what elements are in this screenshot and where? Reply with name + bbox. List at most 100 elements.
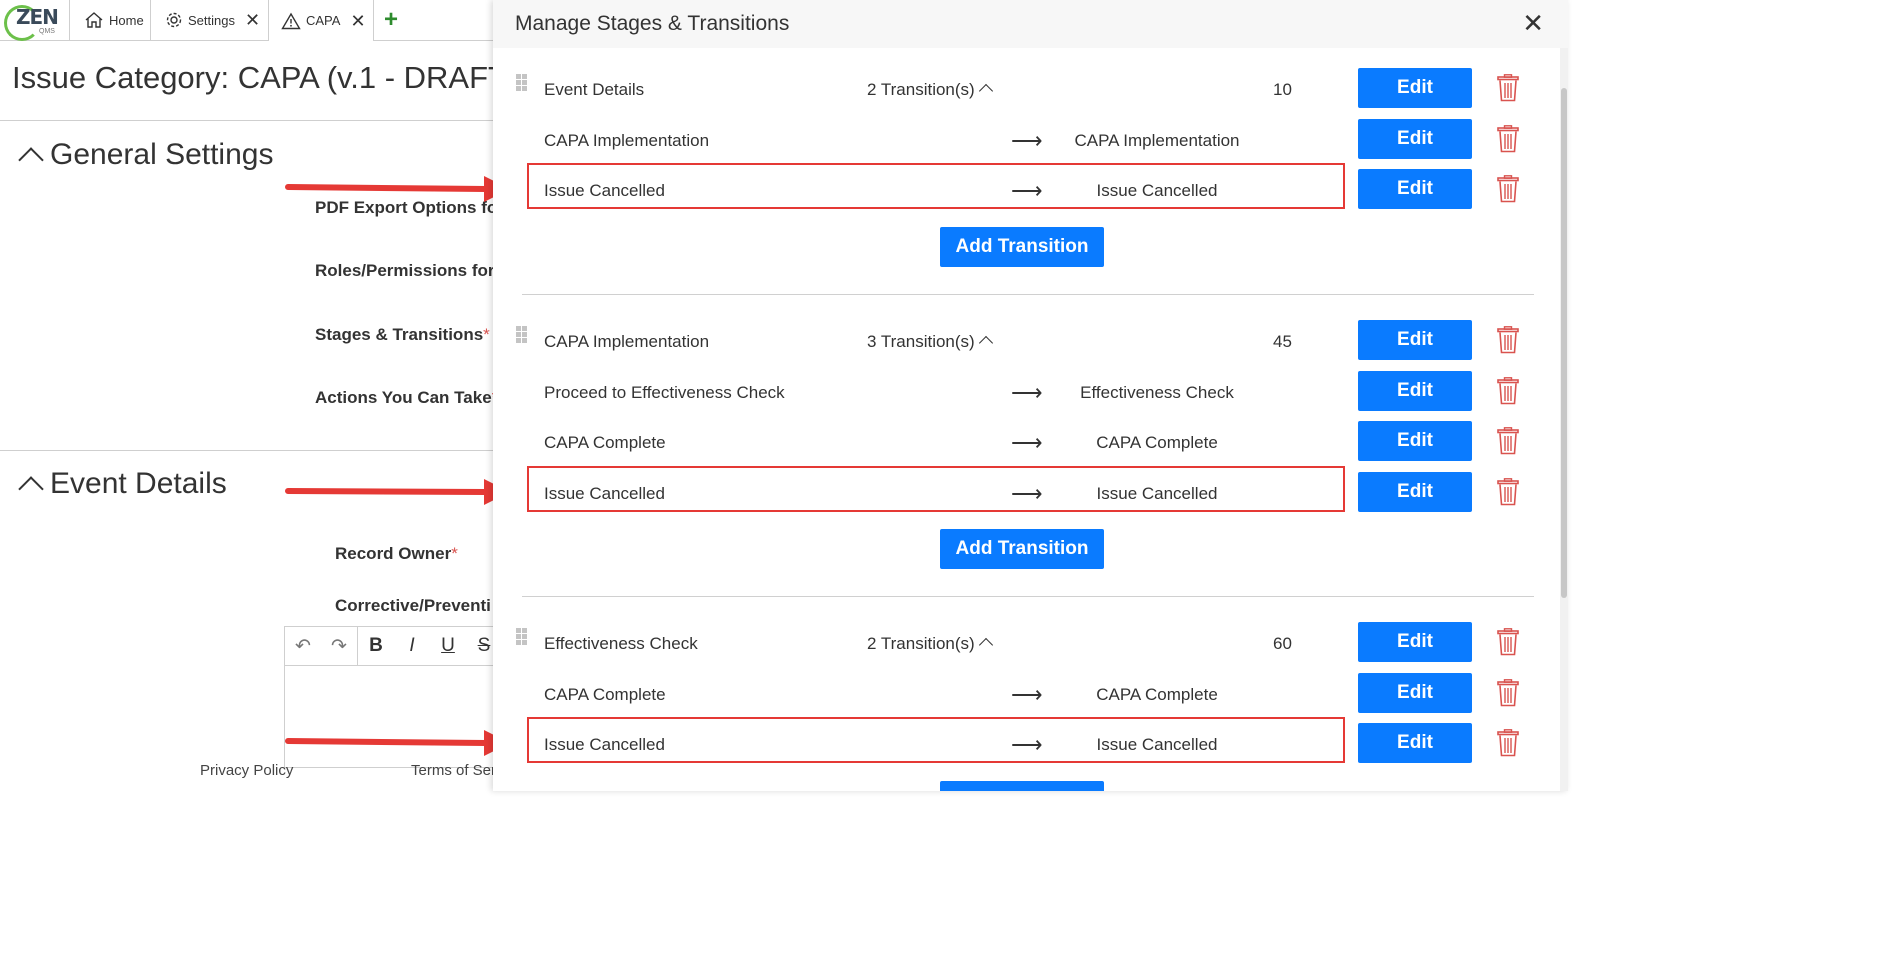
zen-qms-logo[interactable]: ZEN QMS [2,1,66,41]
tab-capa[interactable]: CAPA ✕ [268,0,374,41]
chevron-up-icon [978,335,993,351]
scrollbar-thumb[interactable] [1561,88,1567,598]
panel-scrollbar[interactable] [1560,48,1568,791]
edit-transition-button[interactable]: Edit [1358,471,1472,512]
edit-transition-button[interactable]: Edit [1358,370,1472,411]
transitions-count: 2 Transition(s) [867,634,975,653]
transition-name: Proceed to Effectiveness Check [544,382,785,402]
grip-dot [516,628,521,633]
grip-dot [516,326,521,331]
edit-stage-button[interactable]: Edit [1358,622,1472,662]
general-settings-title: General Settings [50,138,274,171]
tab-settings-close-icon[interactable]: ✕ [245,11,260,29]
trash-icon[interactable] [1497,729,1519,757]
edit-transition-button[interactable]: Edit [1358,723,1472,763]
tab-settings[interactable]: Settings ✕ [150,0,267,40]
trash-icon[interactable] [1497,326,1519,354]
add-transition-button[interactable]: Add Transition [940,780,1104,791]
editor-toolbar: ↶ ↷ B I U S [285,627,505,666]
tab-home-label: Home [109,12,144,28]
stage-divider [522,293,1534,295]
tab-home[interactable]: Home [69,0,149,40]
terms-of-service-link[interactable]: Terms of Ser [411,762,496,779]
edit-transition-button[interactable]: Edit [1358,169,1472,209]
transitions-toggle[interactable]: 2 Transition(s) [867,634,993,654]
grip-dot [522,86,527,91]
underline-button[interactable]: U [430,635,466,657]
grip-dot [522,640,527,645]
edit-stage-button[interactable]: Edit [1358,68,1472,108]
general-settings-header[interactable]: General Settings [18,138,274,173]
transition-row: CAPA Implementation ⟶ CAPA Implementation E… [493,118,1553,169]
transition-target: Effectiveness Check [1080,382,1234,402]
edit-transition-button[interactable]: Edit [1358,421,1472,461]
close-icon[interactable]: ✕ [1522,10,1544,36]
grip-dot [522,628,527,633]
chevron-up-icon [18,476,44,502]
chevron-up-icon [18,147,44,173]
trash-icon[interactable] [1497,124,1519,153]
bold-button[interactable]: B [358,635,394,657]
transition-target: CAPA Complete [1096,433,1218,452]
grip-dot [516,74,521,79]
trash-icon[interactable] [1497,477,1519,506]
stages-transitions-label: Stages & Transitions* [315,325,490,345]
transition-name: CAPA Complete [544,433,666,452]
record-owner-text: Record Owner [335,544,452,563]
warning-icon [281,12,301,29]
tab-settings-label: Settings [188,12,235,28]
arrow-right-icon: ⟶ [1011,681,1043,707]
stage-row: Effectiveness Check 2 Transition(s) 60 Edit [493,622,1553,672]
undo-icon[interactable]: ↶ [285,635,321,658]
trash-icon[interactable] [1497,74,1519,102]
drag-handle-icon[interactable] [516,326,528,343]
edit-transition-button[interactable]: Edit [1358,672,1472,713]
roles-permissions-label: Roles/Permissions for a [315,261,509,280]
stages-transitions-text: Stages & Transitions [315,325,484,344]
tab-capa-close-icon[interactable]: ✕ [350,12,365,30]
italic-button[interactable]: I [394,635,430,657]
grip-dot [522,332,527,337]
manage-stages-panel: Manage Stages & Transitions ✕ Event Deta… [493,0,1568,791]
actions-label: Actions You Can Take* [315,388,498,408]
panel-title: Manage Stages & Transitions [515,12,790,35]
trash-icon[interactable] [1497,376,1519,405]
transitions-count: 3 Transition(s) [867,332,975,351]
stage-name: Effectiveness Check [544,634,698,653]
stage-name: CAPA Implementation [544,332,710,351]
annotation-arrow [285,479,510,505]
chevron-up-icon [978,83,993,99]
add-transition-button[interactable]: Add Transition [940,226,1104,267]
edit-transition-button[interactable]: Edit [1358,118,1472,159]
trash-icon[interactable] [1497,427,1519,455]
trash-icon[interactable] [1497,175,1519,203]
required-mark: * [451,544,458,563]
edit-stage-button[interactable]: Edit [1358,320,1472,360]
add-tab-icon[interactable]: + [384,6,398,34]
page-title: Issue Category: CAPA (v.1 - DRAFT) [12,60,518,95]
transitions-count: 2 Transition(s) [867,80,975,99]
annotation-arrow [285,176,510,202]
transitions-toggle[interactable]: 2 Transition(s) [867,80,993,100]
stage-row: Event Details 2 Transition(s) 10 Edit [493,68,1553,118]
grip-dot [522,326,527,331]
grip-dot [522,338,527,343]
drag-handle-icon[interactable] [516,628,528,645]
trash-icon[interactable] [1497,678,1519,707]
add-transition-button[interactable]: Add Transition [940,529,1104,569]
privacy-policy-link[interactable]: Privacy Policy [200,762,293,779]
redo-icon[interactable]: ↷ [321,635,357,658]
transitions-toggle[interactable]: 3 Transition(s) [867,332,993,352]
drag-handle-icon[interactable] [516,74,528,91]
transition-target: CAPA Implementation [1074,130,1240,150]
transition-row: CAPA Complete ⟶ CAPA Complete Edit [493,672,1553,723]
annotation-arrow [285,730,510,756]
transition-row: CAPA Complete ⟶ CAPA Complete Edit [493,421,1553,471]
event-details-header[interactable]: Event Details [18,467,227,502]
annotation-highlight-box [527,717,1345,763]
corrective-preventive-label: Corrective/Preventi [335,596,491,615]
chevron-up-icon [978,637,993,653]
arrow-right-icon: ⟶ [1011,430,1043,455]
actions-text: Actions You Can Take [315,388,492,407]
trash-icon[interactable] [1497,628,1519,656]
